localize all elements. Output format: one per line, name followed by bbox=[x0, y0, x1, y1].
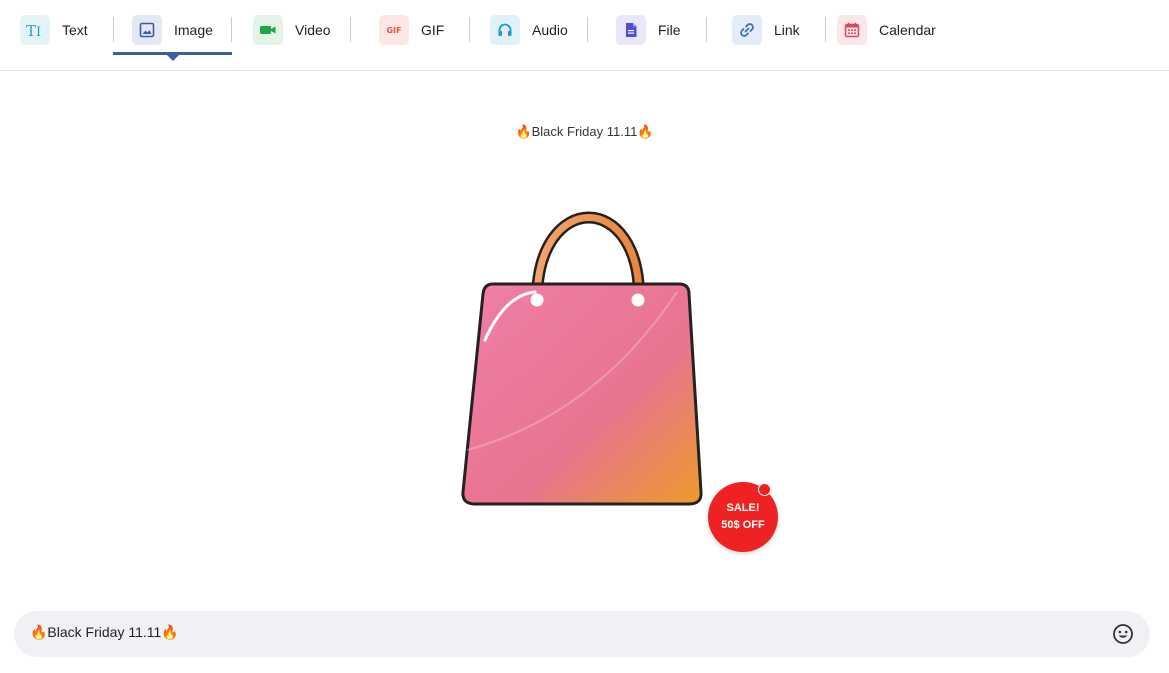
gif-icon: GIF bbox=[379, 15, 409, 45]
tab-link[interactable]: Link bbox=[732, 15, 800, 45]
video-camera-icon bbox=[253, 15, 283, 45]
tab-calendar-label: Calendar bbox=[879, 22, 936, 38]
gif-badge-text: GIF bbox=[386, 25, 402, 35]
tab-separator bbox=[350, 17, 351, 42]
file-icon bbox=[616, 15, 646, 45]
tab-file-label: File bbox=[658, 22, 681, 38]
preview-caption: 🔥Black Friday 11.11🔥 bbox=[515, 124, 654, 139]
tab-link-label: Link bbox=[774, 22, 800, 38]
headphones-icon bbox=[490, 15, 520, 45]
sale-badge-close-dot bbox=[758, 483, 771, 496]
text-format-icon: T I bbox=[20, 15, 50, 45]
tab-separator bbox=[231, 17, 232, 42]
link-icon bbox=[732, 15, 762, 45]
calendar-icon bbox=[837, 15, 867, 45]
tab-separator bbox=[113, 17, 114, 42]
tab-gif-label: GIF bbox=[421, 22, 445, 38]
tab-file[interactable]: File bbox=[616, 15, 681, 45]
svg-text:I: I bbox=[36, 25, 41, 39]
sale-badge-line2: 50$ OFF bbox=[721, 519, 765, 531]
sale-badge-line1: SALE! bbox=[726, 502, 760, 514]
message-input[interactable]: 🔥Black Friday 11.11🔥 bbox=[14, 611, 1150, 657]
tab-separator bbox=[587, 17, 588, 42]
image-icon bbox=[132, 15, 162, 45]
smiley-icon[interactable] bbox=[1112, 623, 1134, 645]
post-type-tabbar: T I Text Image Video GIF GIF Audio File … bbox=[0, 0, 1169, 71]
tab-gif[interactable]: GIF GIF bbox=[379, 15, 444, 45]
tab-separator bbox=[825, 17, 826, 42]
message-input-value[interactable]: 🔥Black Friday 11.11🔥 bbox=[30, 624, 179, 641]
tab-calendar[interactable]: Calendar bbox=[837, 15, 936, 45]
tab-separator bbox=[706, 17, 707, 42]
tab-text[interactable]: T I Text bbox=[20, 15, 88, 45]
tab-video[interactable]: Video bbox=[253, 15, 331, 45]
tab-audio[interactable]: Audio bbox=[490, 15, 568, 45]
svg-text:T: T bbox=[26, 22, 36, 39]
tab-image[interactable]: Image bbox=[132, 15, 213, 45]
tab-image-label: Image bbox=[174, 22, 213, 38]
active-tab-caret bbox=[167, 55, 179, 61]
tab-separator bbox=[469, 17, 470, 42]
tab-video-label: Video bbox=[295, 22, 331, 38]
tab-audio-label: Audio bbox=[532, 22, 568, 38]
tab-text-label: Text bbox=[62, 22, 88, 38]
